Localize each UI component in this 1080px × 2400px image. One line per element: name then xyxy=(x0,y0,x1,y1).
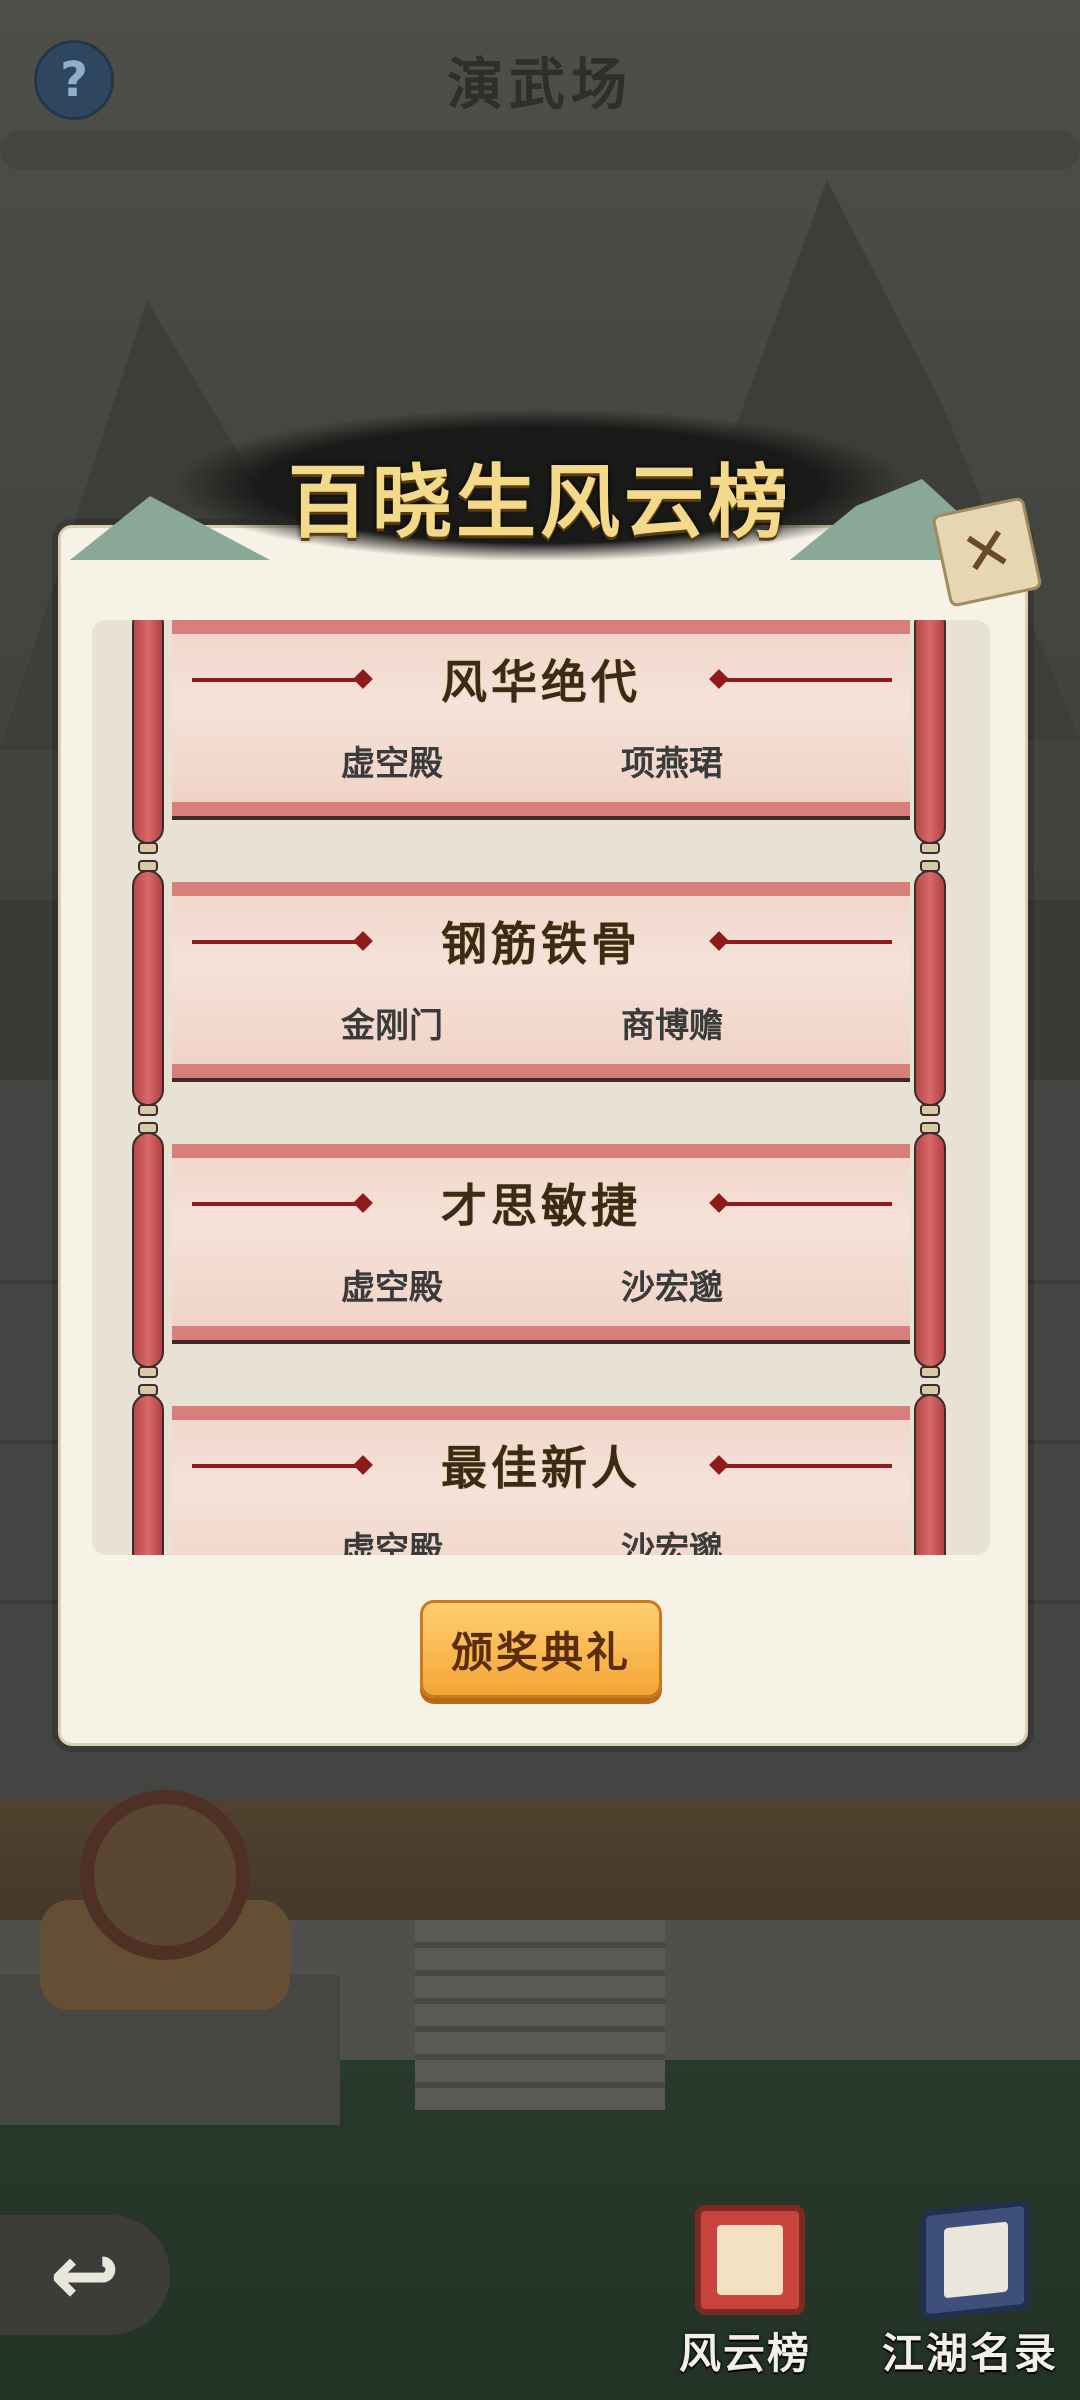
award-ceremony-button[interactable]: 颁奖典礼 xyxy=(420,1600,662,1698)
scroll-rod xyxy=(914,860,946,1116)
award-sect: 虚空殿 xyxy=(341,1530,443,1555)
scroll-paper: 风华绝代 虚空殿 项燕珺 xyxy=(172,620,910,820)
award-list-inner: 风华绝代 虚空殿 项燕珺 钢筋铁骨 金刚门 商博赡 才思敏捷 虚空殿 沙宏邈 最… xyxy=(92,620,990,1555)
award-scroll: 风华绝代 虚空殿 项燕珺 xyxy=(92,620,990,854)
award-sect: 金刚门 xyxy=(341,1006,443,1046)
scroll-paper: 钢筋铁骨 金刚门 商博赡 xyxy=(172,882,910,1082)
top-bar: ? 演武场 xyxy=(0,0,1080,170)
modal-header: 百晓生风云榜 xyxy=(30,390,1050,580)
deco-line xyxy=(722,1202,892,1206)
modal-title: 百晓生风云榜 xyxy=(288,455,792,549)
scroll-rod xyxy=(914,1122,946,1378)
deco-line xyxy=(722,940,892,944)
close-icon[interactable]: ✕ xyxy=(931,496,1043,608)
award-sect: 虚空殿 xyxy=(341,744,443,784)
deco-line xyxy=(722,1464,892,1468)
page-title: 演武场 xyxy=(447,53,633,118)
award-scroll: 钢筋铁骨 金刚门 商博赡 xyxy=(92,842,990,1116)
award-person: 沙宏邈 xyxy=(621,1530,723,1555)
deco-line xyxy=(722,678,892,682)
award-scroll: 才思敏捷 虚空殿 沙宏邈 xyxy=(92,1104,990,1378)
book-icon xyxy=(920,2199,1030,2321)
scroll-rod xyxy=(914,620,946,854)
nav-fengyun-ranking[interactable]: 风云榜 xyxy=(655,2205,835,2395)
nav-jianghu-label: 江湖名录 xyxy=(881,2329,1058,2378)
award-list[interactable]: 风华绝代 虚空殿 项燕珺 钢筋铁骨 金刚门 商博赡 才思敏捷 虚空殿 沙宏邈 最… xyxy=(92,620,990,1555)
cloud-strip xyxy=(0,130,1080,170)
scroll-paper: 才思敏捷 虚空殿 沙宏邈 xyxy=(172,1144,910,1344)
scroll-paper: 最佳新人 虚空殿 沙宏邈 xyxy=(172,1406,910,1555)
scroll-rod xyxy=(132,860,164,1116)
award-scroll: 最佳新人 虚空殿 沙宏邈 xyxy=(92,1366,990,1555)
award-person: 沙宏邈 xyxy=(621,1268,723,1308)
scroll-rod xyxy=(132,1122,164,1378)
scroll-rod xyxy=(914,1384,946,1555)
award-person: 项燕珺 xyxy=(621,744,723,784)
nav-fengyun-label: 风云榜 xyxy=(678,2329,811,2378)
back-icon[interactable]: ↩ xyxy=(0,2215,170,2335)
nav-jianghu-directory[interactable]: 江湖名录 xyxy=(880,2199,1060,2395)
award-sect: 虚空殿 xyxy=(341,1268,443,1308)
scroll-rod xyxy=(132,1384,164,1555)
scroll-book-icon xyxy=(695,2205,805,2315)
award-person: 商博赡 xyxy=(621,1006,723,1046)
scroll-rod xyxy=(132,620,164,854)
